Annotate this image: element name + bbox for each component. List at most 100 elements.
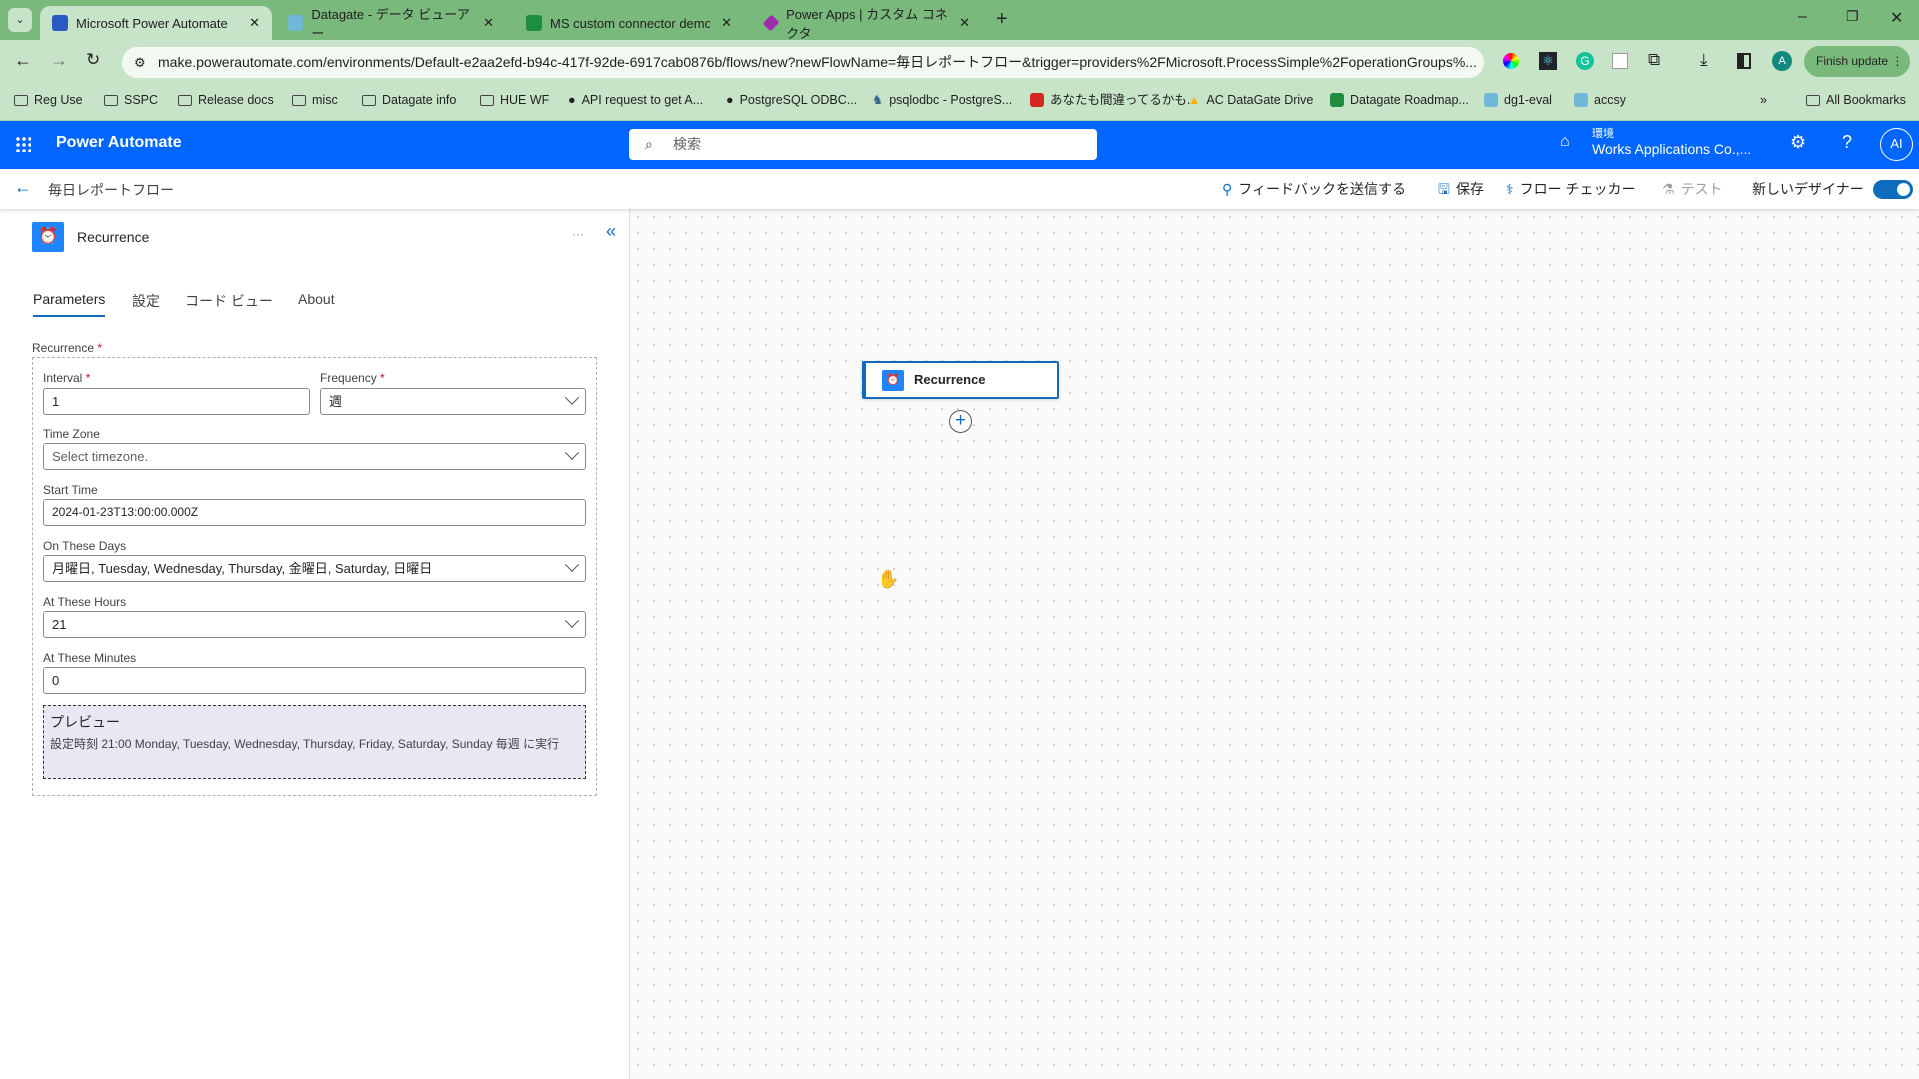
- bookmark[interactable]: dg1-eval: [1484, 83, 1552, 117]
- profile-avatar[interactable]: A: [1772, 51, 1792, 71]
- bookmark[interactable]: SSPC: [104, 83, 158, 117]
- user-avatar[interactable]: AI: [1880, 128, 1913, 161]
- folder-icon: [362, 94, 376, 106]
- sheets-icon: [1330, 93, 1344, 107]
- frequency-dropdown[interactable]: 週: [320, 388, 586, 415]
- browser-tab[interactable]: Power Apps | カスタム コネクタ ✕: [752, 6, 982, 41]
- bookmark[interactable]: Release docs: [178, 83, 274, 117]
- site-info-icon[interactable]: ⚙: [134, 47, 146, 78]
- new-designer-toggle[interactable]: [1873, 180, 1913, 199]
- trigger-node[interactable]: ⏰ Recurrence: [862, 361, 1059, 399]
- environment-picker[interactable]: 環境 Works Applications Co.,...: [1592, 125, 1751, 157]
- globe-icon: ●: [568, 93, 576, 107]
- browser-tab[interactable]: Microsoft Power Automate ✕: [40, 6, 272, 40]
- preview-title: プレビュー: [50, 714, 120, 730]
- minimize-button[interactable]: –: [1798, 8, 1807, 26]
- frequency-label: Frequency *: [320, 371, 385, 385]
- days-dropdown[interactable]: 月曜日, Tuesday, Wednesday, Thursday, 金曜日, …: [43, 555, 586, 582]
- back-button[interactable]: ←: [14, 177, 32, 198]
- folder-icon: [178, 94, 192, 106]
- bookmark[interactable]: ● PostgreSQL ODBC...: [726, 83, 857, 117]
- bookmark[interactable]: misc: [292, 83, 338, 117]
- flow-canvas[interactable]: ⏰ Recurrence + ✋: [630, 209, 1919, 1079]
- new-tab-button[interactable]: +: [996, 8, 1008, 31]
- back-icon[interactable]: ←: [14, 50, 32, 71]
- folder-icon: [292, 94, 306, 106]
- flow-checker-button[interactable]: ⚕ フロー チェッカー: [1506, 169, 1635, 209]
- react-devtools-icon[interactable]: ⚛: [1539, 52, 1557, 70]
- close-icon[interactable]: ✕: [249, 15, 260, 31]
- interval-input[interactable]: 1: [43, 388, 310, 415]
- tab-label: MS custom connector demo m: [550, 15, 710, 31]
- restore-button[interactable]: ❐: [1846, 8, 1859, 25]
- datagate-icon: [1484, 93, 1498, 107]
- flask-icon: ⚗: [1662, 181, 1675, 197]
- url-bar[interactable]: ⚙ make.powerautomate.com/environments/Def…: [122, 47, 1484, 78]
- bookmark[interactable]: ● API request to get A...: [568, 83, 703, 117]
- bookmark[interactable]: accsy: [1574, 83, 1626, 117]
- panel-title[interactable]: Recurrence: [77, 229, 149, 245]
- close-icon[interactable]: ✕: [721, 15, 732, 31]
- start-time-input[interactable]: 2024-01-23T13:00:00.000Z: [43, 499, 586, 526]
- extension-icon[interactable]: [1503, 53, 1519, 69]
- bookmark[interactable]: Datagate info: [362, 83, 456, 117]
- search-input[interactable]: ⌕ 検索: [629, 129, 1097, 160]
- toggle-knob: [1897, 183, 1910, 196]
- mail-extension-icon[interactable]: [1612, 53, 1628, 69]
- hours-dropdown[interactable]: 21: [43, 611, 586, 638]
- flow-name[interactable]: 毎日レポートフロー: [48, 180, 174, 200]
- all-bookmarks[interactable]: All Bookmarks: [1806, 83, 1906, 117]
- timezone-label: Time Zone: [43, 427, 100, 441]
- preview-text: 設定時刻 21:00 Monday, Tuesday, Wednesday, T…: [50, 737, 560, 751]
- bookmark[interactable]: Reg Use: [14, 83, 83, 117]
- extensions-icon[interactable]: ⧉: [1648, 50, 1660, 70]
- close-icon[interactable]: ✕: [959, 15, 970, 31]
- bookmark[interactable]: ♞ psqlodbc - PostgreS...: [872, 83, 1012, 117]
- grammarly-icon[interactable]: G: [1576, 52, 1594, 70]
- browser-tab-bar: ⌄ Microsoft Power Automate ✕ Datagate - デ…: [0, 0, 1919, 41]
- close-window-button[interactable]: ✕: [1890, 8, 1903, 28]
- app-title[interactable]: Power Automate: [56, 134, 182, 152]
- download-icon[interactable]: ⤓: [1700, 50, 1708, 70]
- bookmark[interactable]: あなたも間違ってるかも...: [1030, 83, 1197, 117]
- search-icon: ⌕: [645, 136, 653, 152]
- tab-parameters[interactable]: Parameters: [33, 291, 106, 317]
- start-time-label: Start Time: [43, 483, 98, 497]
- settings-icon[interactable]: ⚙: [1790, 132, 1806, 153]
- preview-box: プレビュー 設定時刻 21:00 Monday, Tuesday, Wednes…: [43, 705, 586, 779]
- collapse-panel-icon[interactable]: «: [606, 221, 616, 242]
- bookmark[interactable]: HUE WF: [480, 83, 549, 117]
- tab-label: Datagate - データ ビューアー: [311, 7, 470, 41]
- tab-search-button[interactable]: ⌄: [8, 8, 32, 32]
- finish-update-button[interactable]: Finish update ⋮: [1804, 46, 1910, 77]
- add-step-button[interactable]: +: [949, 410, 972, 433]
- side-panel-icon[interactable]: [1737, 53, 1751, 69]
- more-options-button[interactable]: ···: [572, 227, 584, 241]
- folder-icon: [480, 94, 494, 106]
- browser-tab[interactable]: Datagate - データ ビューアー ✕: [276, 6, 506, 41]
- chevron-down-icon: [564, 445, 580, 460]
- chevron-down-icon: [564, 390, 580, 405]
- folder-icon: [1806, 94, 1820, 106]
- designer-toolbar: ← 毎日レポートフロー ⚲ フィードバックを送信する 🖫 保存 ⚕ フロー チェッカー…: [0, 169, 1919, 209]
- browser-tab[interactable]: MS custom connector demo m ✕: [514, 6, 744, 40]
- tab-code-view[interactable]: コード ビュー: [185, 291, 273, 311]
- google-drive-icon: ▲: [1188, 93, 1201, 107]
- forward-icon[interactable]: →: [50, 50, 68, 71]
- bookmark[interactable]: Datagate Roadmap...: [1330, 83, 1469, 117]
- close-icon[interactable]: ✕: [483, 15, 494, 31]
- reload-icon[interactable]: ↻: [86, 50, 100, 70]
- tab-about[interactable]: About: [298, 291, 335, 307]
- app-launcher-icon[interactable]: [15, 136, 31, 152]
- bookmark[interactable]: ▲ AC DataGate Drive: [1188, 83, 1313, 117]
- timezone-dropdown[interactable]: Select timezone.: [43, 443, 586, 470]
- help-icon[interactable]: ?: [1842, 132, 1852, 153]
- datagate-icon: [1574, 93, 1588, 107]
- chevron-down-icon: [564, 557, 580, 572]
- save-button[interactable]: 🖫 保存: [1438, 169, 1484, 209]
- test-button[interactable]: ⚗ テスト: [1662, 169, 1723, 209]
- more-bookmarks-button[interactable]: »: [1760, 83, 1767, 117]
- minutes-input[interactable]: 0: [43, 667, 586, 694]
- feedback-button[interactable]: ⚲ フィードバックを送信する: [1222, 169, 1406, 209]
- tab-settings[interactable]: 設定: [132, 291, 160, 311]
